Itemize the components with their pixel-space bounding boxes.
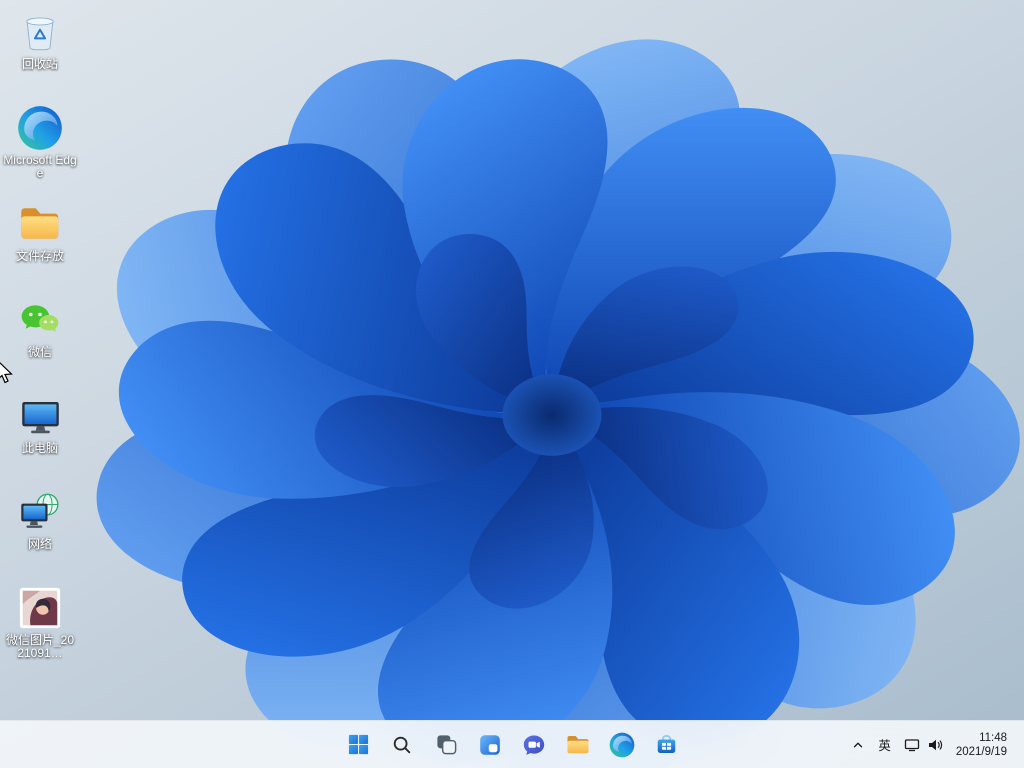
desktop-icon-label: 此电脑 [22,442,58,455]
this-pc-icon [18,394,63,439]
widgets-button[interactable] [472,727,508,763]
clock[interactable]: 11:48 2021/9/19 [951,728,1012,762]
desktop-icon-label: 回收站 [22,58,58,71]
system-tray: 英 11:48 2021/9/19 [846,721,1024,768]
chevron-up-icon [851,738,865,752]
desktop-icon-network[interactable]: 网络 [1,486,79,573]
desktop-icon-grid: 回收站 Microsoft Edge 文件存放 微信 [1,6,79,669]
ime-indicator[interactable]: 英 [873,728,896,762]
mouse-cursor [0,358,13,386]
desktop-icon-file-folder[interactable]: 文件存放 [1,198,79,285]
image-thumbnail-icon [17,585,63,631]
desktop-icon-recycle-bin[interactable]: 回收站 [1,6,79,93]
tray-overflow-button[interactable] [846,728,870,762]
start-button[interactable] [340,727,376,763]
folder-icon [17,201,63,247]
search-button[interactable] [384,727,420,763]
desktop-icon-label: 文件存放 [16,250,64,263]
search-icon [391,734,413,756]
tray-date: 2021/9/19 [956,745,1007,759]
desktop-icon-microsoft-edge[interactable]: Microsoft Edge [1,102,79,189]
task-view-icon [435,733,458,756]
recycle-bin-icon [18,10,62,54]
desktop-icon-this-pc[interactable]: 此电脑 [1,390,79,477]
taskbar-center [340,721,684,768]
file-explorer-icon [565,732,591,758]
file-explorer-button[interactable] [560,727,596,763]
microsoft-store-icon [654,732,679,757]
chat-icon [522,733,546,757]
desktop-icon-label: 网络 [28,538,52,551]
edge-icon [609,732,635,758]
network-icon [18,490,63,535]
desktop-icon-label: 微信 [28,346,52,359]
tray-time: 11:48 [979,731,1007,745]
desktop-icon-label: Microsoft Edge [3,154,77,180]
edge-icon [17,105,63,151]
edge-button[interactable] [604,727,640,763]
desktop-icon-label: 微信图片_2021091… [3,634,77,660]
task-view-button[interactable] [428,727,464,763]
taskbar: 英 11:48 2021/9/19 [0,720,1024,768]
widgets-icon [478,733,502,757]
windows-start-icon [346,732,371,757]
wechat-icon [18,298,62,342]
chat-button[interactable] [516,727,552,763]
network-status-icon [904,737,920,753]
wallpaper-bloom [0,0,1024,768]
speaker-icon [927,737,943,753]
desktop-icon-wechat-image[interactable]: 微信图片_2021091… [1,582,79,669]
microsoft-store-button[interactable] [648,727,684,763]
network-volume-button[interactable] [899,728,948,762]
